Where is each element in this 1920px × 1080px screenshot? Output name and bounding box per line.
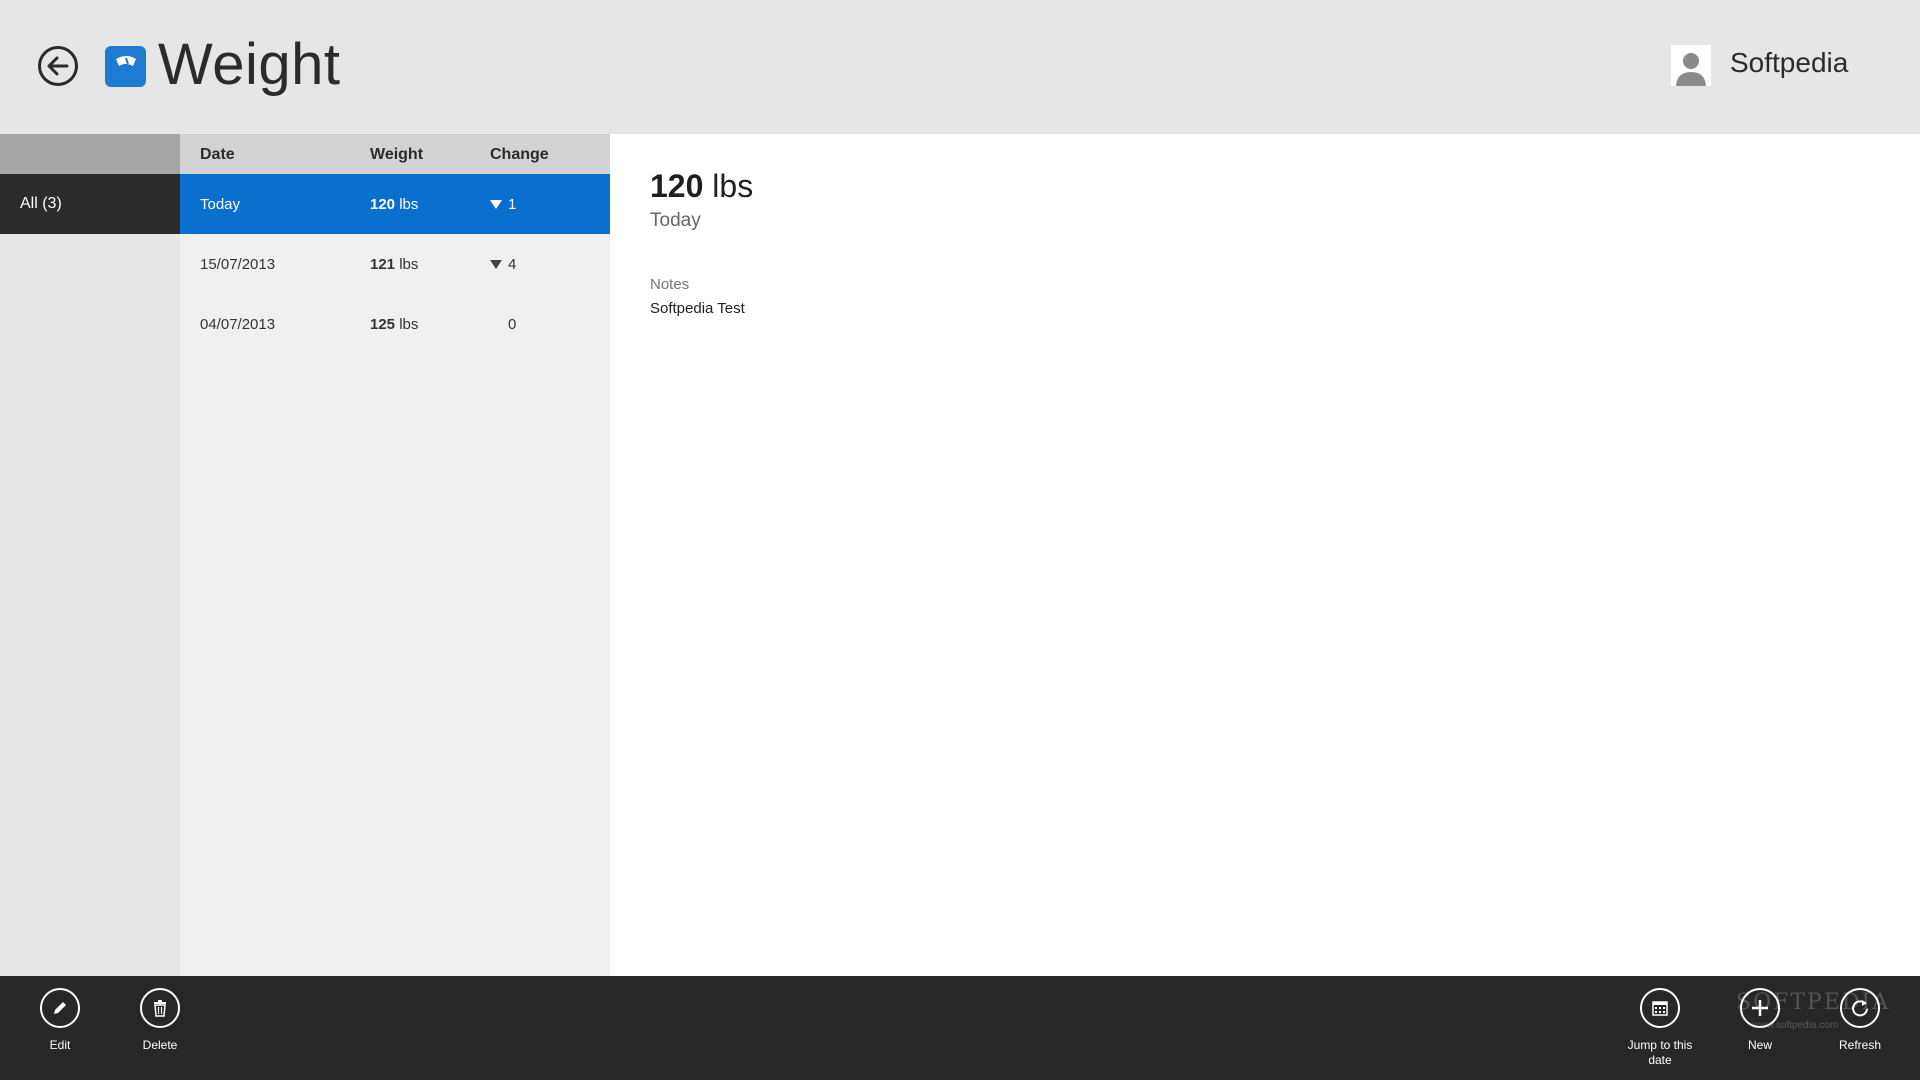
row-weight-unit: lbs [399, 196, 419, 213]
delete-button[interactable]: Delete [115, 988, 205, 1053]
delete-label: Delete [142, 1038, 178, 1052]
row-weight-value: 125 [370, 316, 396, 333]
filter-pane: All (3) [0, 134, 180, 976]
notes-label: Notes [650, 276, 690, 293]
table-row[interactable]: 15/07/2013 121 lbs 4 [180, 234, 610, 294]
jump-to-date-button[interactable]: Jump to this date [1615, 988, 1705, 1068]
pencil-icon [54, 1002, 66, 1014]
trash-icon [154, 1000, 166, 1017]
detail-date: Today [650, 210, 701, 231]
row-weight: 125 lbs [370, 316, 418, 333]
notes-text: Softpedia Test [650, 300, 745, 317]
no-change-indicator [490, 320, 502, 329]
row-change-value: 0 [508, 316, 517, 333]
refresh-icon [1852, 1000, 1868, 1017]
detail-weight-value: 120 [650, 168, 704, 204]
row-weight-value: 120 [370, 196, 396, 213]
detail-weight: 120 lbs [650, 168, 753, 205]
arrow-left-icon [47, 56, 69, 76]
detail-weight-unit: lbs [712, 168, 754, 204]
table-row[interactable]: Today 120 lbs 1 [180, 174, 610, 234]
user-avatar[interactable] [1671, 45, 1711, 86]
row-date: 04/07/2013 [200, 316, 276, 333]
table-row[interactable]: 04/07/2013 125 lbs 0 [180, 294, 610, 354]
new-button[interactable]: New [1715, 988, 1805, 1053]
row-change: 0 [490, 316, 516, 333]
row-weight-unit: lbs [399, 316, 419, 333]
row-change-value: 1 [508, 196, 517, 213]
edit-button[interactable]: Edit [15, 988, 105, 1053]
row-date: Today [200, 196, 241, 213]
edit-label: Edit [49, 1038, 71, 1052]
user-icon [1676, 53, 1706, 86]
list-header: Date Weight Change [180, 134, 610, 174]
jump-label: Jump to this date [1627, 1038, 1693, 1067]
filter-item-all[interactable]: All (3) [0, 174, 180, 234]
column-header-change[interactable]: Change [490, 146, 549, 164]
detail-pane: 120 lbs Today Notes Softpedia Test [610, 134, 1920, 976]
page-title: Weight [158, 32, 341, 97]
refresh-button[interactable]: Refresh [1815, 988, 1905, 1053]
header: Weight Softpedia [0, 0, 1920, 134]
triangle-down-icon [490, 260, 502, 269]
filter-header [0, 134, 180, 174]
plus-icon [1752, 1000, 1768, 1016]
calendar-icon [1652, 1001, 1668, 1016]
row-change-value: 4 [508, 256, 517, 273]
row-date: 15/07/2013 [200, 256, 276, 273]
new-label: New [1747, 1038, 1772, 1052]
row-weight: 121 lbs [370, 256, 418, 273]
scale-app-icon [105, 46, 146, 87]
row-change: 1 [490, 196, 516, 213]
column-header-weight[interactable]: Weight [370, 146, 423, 164]
app-bar: Edit Delete Jump to this date SOFTPEDIA … [0, 976, 1920, 1080]
back-button[interactable] [38, 46, 78, 86]
column-header-date[interactable]: Date [200, 146, 235, 164]
row-weight-value: 121 [370, 256, 396, 273]
row-weight-unit: lbs [399, 256, 419, 273]
row-weight: 120 lbs [370, 196, 418, 213]
refresh-label: Refresh [1838, 1038, 1882, 1052]
user-name[interactable]: Softpedia [1730, 47, 1848, 79]
weight-list: Date Weight Change Today 120 lbs 1 15/07… [180, 134, 610, 976]
row-change: 4 [490, 256, 516, 273]
triangle-down-icon [490, 200, 502, 209]
